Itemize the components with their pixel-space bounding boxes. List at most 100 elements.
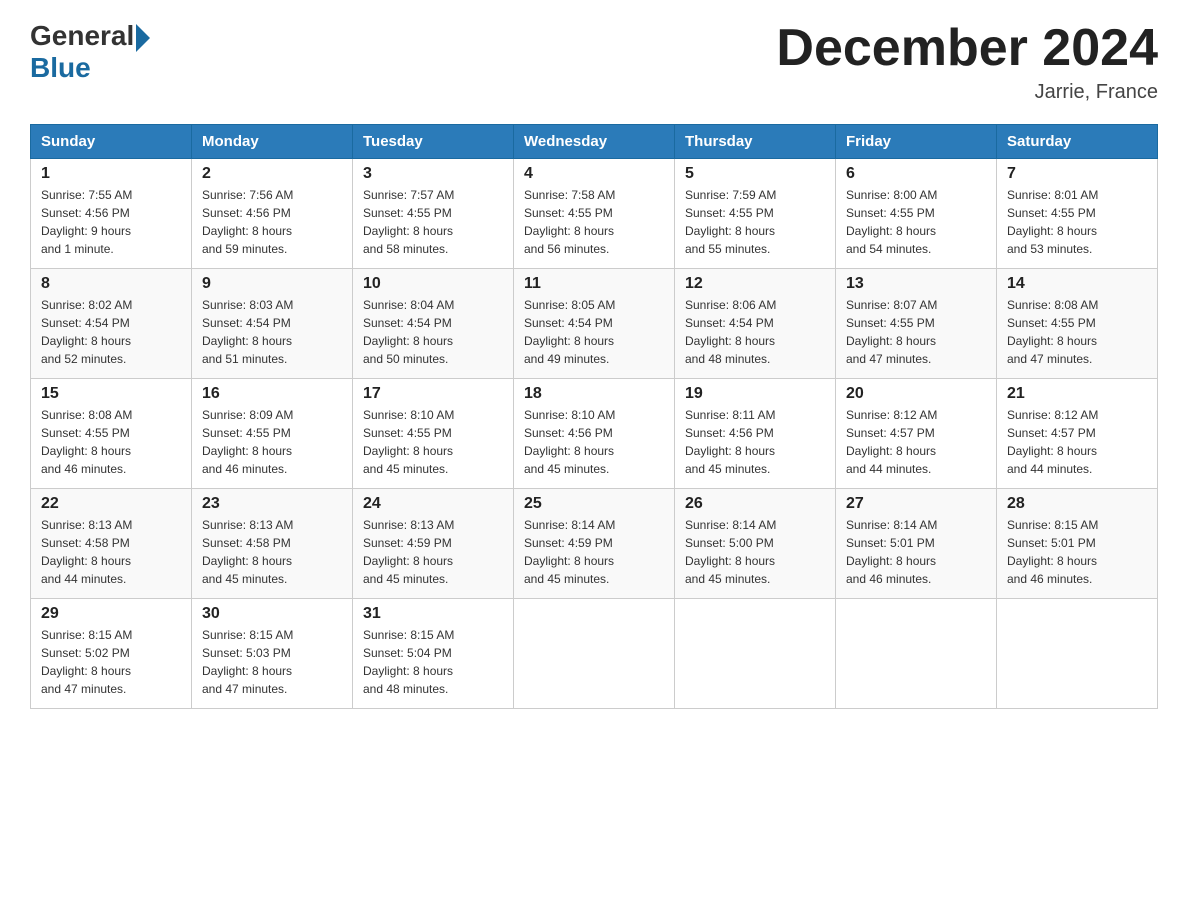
- day-info: Sunrise: 8:05 AM Sunset: 4:54 PM Dayligh…: [524, 296, 664, 368]
- week-row-3: 15 Sunrise: 8:08 AM Sunset: 4:55 PM Dayl…: [31, 379, 1158, 489]
- day-info: Sunrise: 8:13 AM Sunset: 4:59 PM Dayligh…: [363, 516, 503, 588]
- day-info: Sunrise: 8:00 AM Sunset: 4:55 PM Dayligh…: [846, 186, 986, 258]
- location-text: Jarrie, France: [776, 81, 1158, 104]
- day-number: 11: [524, 275, 664, 293]
- day-number: 10: [363, 275, 503, 293]
- title-block: December 2024 Jarrie, France: [776, 20, 1158, 104]
- day-number: 13: [846, 275, 986, 293]
- day-info: Sunrise: 8:08 AM Sunset: 4:55 PM Dayligh…: [41, 406, 181, 478]
- day-cell: 21 Sunrise: 8:12 AM Sunset: 4:57 PM Dayl…: [997, 379, 1158, 489]
- day-info: Sunrise: 7:58 AM Sunset: 4:55 PM Dayligh…: [524, 186, 664, 258]
- day-info: Sunrise: 8:02 AM Sunset: 4:54 PM Dayligh…: [41, 296, 181, 368]
- week-row-1: 1 Sunrise: 7:55 AM Sunset: 4:56 PM Dayli…: [31, 159, 1158, 269]
- day-cell: 24 Sunrise: 8:13 AM Sunset: 4:59 PM Dayl…: [353, 489, 514, 599]
- day-number: 9: [202, 275, 342, 293]
- day-number: 30: [202, 605, 342, 623]
- day-header-wednesday: Wednesday: [514, 125, 675, 159]
- day-info: Sunrise: 8:10 AM Sunset: 4:56 PM Dayligh…: [524, 406, 664, 478]
- day-info: Sunrise: 8:13 AM Sunset: 4:58 PM Dayligh…: [41, 516, 181, 588]
- day-cell: 1 Sunrise: 7:55 AM Sunset: 4:56 PM Dayli…: [31, 159, 192, 269]
- day-number: 3: [363, 165, 503, 183]
- day-number: 21: [1007, 385, 1147, 403]
- day-info: Sunrise: 8:14 AM Sunset: 5:00 PM Dayligh…: [685, 516, 825, 588]
- day-cell: 11 Sunrise: 8:05 AM Sunset: 4:54 PM Dayl…: [514, 269, 675, 379]
- day-cell: 18 Sunrise: 8:10 AM Sunset: 4:56 PM Dayl…: [514, 379, 675, 489]
- day-cell: 27 Sunrise: 8:14 AM Sunset: 5:01 PM Dayl…: [836, 489, 997, 599]
- day-number: 16: [202, 385, 342, 403]
- day-cell: [997, 599, 1158, 709]
- day-cell: 15 Sunrise: 8:08 AM Sunset: 4:55 PM Dayl…: [31, 379, 192, 489]
- day-cell: 25 Sunrise: 8:14 AM Sunset: 4:59 PM Dayl…: [514, 489, 675, 599]
- day-number: 17: [363, 385, 503, 403]
- day-number: 7: [1007, 165, 1147, 183]
- day-info: Sunrise: 8:12 AM Sunset: 4:57 PM Dayligh…: [846, 406, 986, 478]
- day-cell: 6 Sunrise: 8:00 AM Sunset: 4:55 PM Dayli…: [836, 159, 997, 269]
- week-row-5: 29 Sunrise: 8:15 AM Sunset: 5:02 PM Dayl…: [31, 599, 1158, 709]
- page-header: General Blue December 2024 Jarrie, Franc…: [30, 20, 1158, 104]
- day-cell: 30 Sunrise: 8:15 AM Sunset: 5:03 PM Dayl…: [192, 599, 353, 709]
- day-number: 23: [202, 495, 342, 513]
- logo-blue-text: Blue: [30, 52, 150, 84]
- day-cell: 22 Sunrise: 8:13 AM Sunset: 4:58 PM Dayl…: [31, 489, 192, 599]
- day-cell: 19 Sunrise: 8:11 AM Sunset: 4:56 PM Dayl…: [675, 379, 836, 489]
- day-cell: 8 Sunrise: 8:02 AM Sunset: 4:54 PM Dayli…: [31, 269, 192, 379]
- day-number: 12: [685, 275, 825, 293]
- day-info: Sunrise: 7:59 AM Sunset: 4:55 PM Dayligh…: [685, 186, 825, 258]
- day-cell: 13 Sunrise: 8:07 AM Sunset: 4:55 PM Dayl…: [836, 269, 997, 379]
- day-number: 26: [685, 495, 825, 513]
- day-info: Sunrise: 8:06 AM Sunset: 4:54 PM Dayligh…: [685, 296, 825, 368]
- logo-arrow-icon: [136, 24, 150, 52]
- day-header-monday: Monday: [192, 125, 353, 159]
- day-number: 19: [685, 385, 825, 403]
- day-info: Sunrise: 7:57 AM Sunset: 4:55 PM Dayligh…: [363, 186, 503, 258]
- day-info: Sunrise: 8:10 AM Sunset: 4:55 PM Dayligh…: [363, 406, 503, 478]
- day-cell: 2 Sunrise: 7:56 AM Sunset: 4:56 PM Dayli…: [192, 159, 353, 269]
- day-info: Sunrise: 8:13 AM Sunset: 4:58 PM Dayligh…: [202, 516, 342, 588]
- day-info: Sunrise: 8:15 AM Sunset: 5:01 PM Dayligh…: [1007, 516, 1147, 588]
- day-number: 14: [1007, 275, 1147, 293]
- logo: General Blue: [30, 20, 150, 84]
- day-cell: 17 Sunrise: 8:10 AM Sunset: 4:55 PM Dayl…: [353, 379, 514, 489]
- day-header-tuesday: Tuesday: [353, 125, 514, 159]
- day-cell: 5 Sunrise: 7:59 AM Sunset: 4:55 PM Dayli…: [675, 159, 836, 269]
- day-number: 24: [363, 495, 503, 513]
- day-cell: 9 Sunrise: 8:03 AM Sunset: 4:54 PM Dayli…: [192, 269, 353, 379]
- day-cell: 28 Sunrise: 8:15 AM Sunset: 5:01 PM Dayl…: [997, 489, 1158, 599]
- day-cell: 10 Sunrise: 8:04 AM Sunset: 4:54 PM Dayl…: [353, 269, 514, 379]
- day-number: 25: [524, 495, 664, 513]
- day-number: 27: [846, 495, 986, 513]
- day-header-saturday: Saturday: [997, 125, 1158, 159]
- day-number: 4: [524, 165, 664, 183]
- week-row-4: 22 Sunrise: 8:13 AM Sunset: 4:58 PM Dayl…: [31, 489, 1158, 599]
- day-cell: 23 Sunrise: 8:13 AM Sunset: 4:58 PM Dayl…: [192, 489, 353, 599]
- week-row-2: 8 Sunrise: 8:02 AM Sunset: 4:54 PM Dayli…: [31, 269, 1158, 379]
- day-header-thursday: Thursday: [675, 125, 836, 159]
- day-number: 22: [41, 495, 181, 513]
- logo-general-text: General: [30, 20, 134, 52]
- day-info: Sunrise: 7:56 AM Sunset: 4:56 PM Dayligh…: [202, 186, 342, 258]
- day-cell: 26 Sunrise: 8:14 AM Sunset: 5:00 PM Dayl…: [675, 489, 836, 599]
- day-header-friday: Friday: [836, 125, 997, 159]
- day-header-sunday: Sunday: [31, 125, 192, 159]
- day-cell: 3 Sunrise: 7:57 AM Sunset: 4:55 PM Dayli…: [353, 159, 514, 269]
- day-number: 15: [41, 385, 181, 403]
- day-cell: 31 Sunrise: 8:15 AM Sunset: 5:04 PM Dayl…: [353, 599, 514, 709]
- day-cell: 29 Sunrise: 8:15 AM Sunset: 5:02 PM Dayl…: [31, 599, 192, 709]
- day-info: Sunrise: 8:04 AM Sunset: 4:54 PM Dayligh…: [363, 296, 503, 368]
- day-info: Sunrise: 8:11 AM Sunset: 4:56 PM Dayligh…: [685, 406, 825, 478]
- day-cell: [514, 599, 675, 709]
- day-cell: 7 Sunrise: 8:01 AM Sunset: 4:55 PM Dayli…: [997, 159, 1158, 269]
- calendar-table: SundayMondayTuesdayWednesdayThursdayFrid…: [30, 124, 1158, 709]
- day-cell: 12 Sunrise: 8:06 AM Sunset: 4:54 PM Dayl…: [675, 269, 836, 379]
- day-number: 2: [202, 165, 342, 183]
- day-info: Sunrise: 8:01 AM Sunset: 4:55 PM Dayligh…: [1007, 186, 1147, 258]
- day-info: Sunrise: 7:55 AM Sunset: 4:56 PM Dayligh…: [41, 186, 181, 258]
- day-number: 29: [41, 605, 181, 623]
- day-cell: 14 Sunrise: 8:08 AM Sunset: 4:55 PM Dayl…: [997, 269, 1158, 379]
- day-cell: 16 Sunrise: 8:09 AM Sunset: 4:55 PM Dayl…: [192, 379, 353, 489]
- day-number: 18: [524, 385, 664, 403]
- logo-text-block: General Blue: [30, 20, 150, 84]
- day-header-row: SundayMondayTuesdayWednesdayThursdayFrid…: [31, 125, 1158, 159]
- day-info: Sunrise: 8:07 AM Sunset: 4:55 PM Dayligh…: [846, 296, 986, 368]
- day-number: 31: [363, 605, 503, 623]
